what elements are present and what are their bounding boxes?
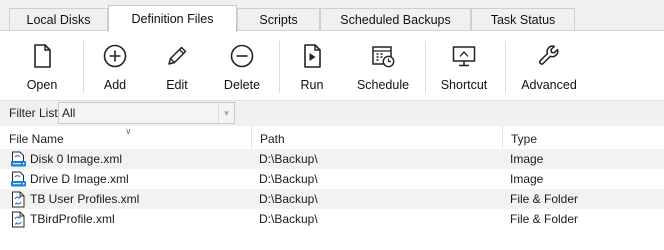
type-cell: Image <box>510 172 544 186</box>
filter-value: All <box>62 106 76 120</box>
table-row[interactable]: Disk 0 Image.xml D:\Backup\ Image <box>0 149 664 169</box>
add-label: Add <box>103 78 127 92</box>
type-cell: File & Folder <box>510 192 579 206</box>
advanced-button[interactable]: Advanced <box>518 31 580 101</box>
sort-caret-icon: ∨ <box>125 126 132 136</box>
file-name-cell: TB User Profiles.xml <box>30 192 140 206</box>
file-icon <box>34 44 51 68</box>
path-cell: D:\Backup\ <box>259 172 318 186</box>
path-cell: D:\Backup\ <box>259 192 318 206</box>
tab-scripts[interactable]: Scripts <box>237 8 320 31</box>
column-header-label: Path <box>260 132 285 146</box>
delete-label: Delete <box>223 78 261 92</box>
pencil-icon <box>168 46 187 65</box>
table-row[interactable]: Drive D Image.xml D:\Backup\ Image <box>0 169 664 189</box>
wrench-icon <box>539 45 559 65</box>
advanced-label: Advanced <box>521 78 577 92</box>
table-header: File Name ∨ Path Type <box>0 126 664 148</box>
file-name-cell: Drive D Image.xml <box>30 172 129 186</box>
tab-local-disks[interactable]: Local Disks <box>9 8 108 31</box>
tab-bar: Local Disks Definition Files Scripts Sch… <box>0 0 664 32</box>
plus-circle-icon <box>103 44 127 68</box>
definition-files-table: File Name ∨ Path Type Disk 0 Image.xml D… <box>0 126 664 250</box>
delete-button[interactable]: Delete <box>220 31 264 101</box>
tab-task-status[interactable]: Task Status <box>471 8 575 31</box>
disk-image-file-icon <box>11 171 26 187</box>
monitor-icon <box>452 46 476 67</box>
toolbar-separator <box>425 41 426 93</box>
file-folder-file-icon <box>12 191 25 208</box>
tab-label: Scheduled Backups <box>340 13 451 27</box>
disk-image-file-icon <box>11 151 26 167</box>
filter-bar: Filter List All ▼ <box>0 101 664 126</box>
toolbar-separator <box>505 41 506 93</box>
column-header-file-name[interactable]: File Name ∨ <box>0 126 251 148</box>
shortcut-label: Shortcut <box>440 78 488 92</box>
toolbar-separator <box>83 41 84 93</box>
toolbar: Open Add Edit Delete Run Schedule Shortc… <box>0 31 664 101</box>
schedule-button[interactable]: Schedule <box>355 31 411 101</box>
type-cell: Image <box>510 152 544 166</box>
file-name-cell: TBirdProfile.xml <box>30 212 115 226</box>
run-label: Run <box>300 78 324 92</box>
path-cell: D:\Backup\ <box>259 212 318 226</box>
chevron-down-icon[interactable]: ▼ <box>218 103 234 123</box>
tab-label: Task Status <box>490 13 556 27</box>
column-header-type[interactable]: Type <box>502 126 664 148</box>
filter-label: Filter List <box>9 106 58 120</box>
file-folder-file-icon <box>12 211 25 228</box>
tab-definition-files[interactable]: Definition Files <box>108 5 237 32</box>
tab-label: Definition Files <box>131 12 214 26</box>
add-button[interactable]: Add <box>95 31 135 101</box>
toolbar-separator <box>279 41 280 93</box>
table-row[interactable]: TB User Profiles.xml D:\Backup\ File & F… <box>0 189 664 209</box>
shortcut-button[interactable]: Shortcut <box>438 31 490 101</box>
minus-circle-icon <box>230 44 254 68</box>
tab-label: Scripts <box>259 13 298 27</box>
schedule-label: Schedule <box>356 78 410 92</box>
open-button[interactable]: Open <box>20 31 64 101</box>
column-header-label: Type <box>511 132 538 146</box>
run-button[interactable]: Run <box>292 31 332 101</box>
tab-scheduled-backups[interactable]: Scheduled Backups <box>320 8 471 31</box>
column-header-label: File Name <box>9 132 64 146</box>
column-header-path[interactable]: Path <box>251 126 502 148</box>
table-row[interactable]: TBirdProfile.xml D:\Backup\ File & Folde… <box>0 209 664 229</box>
edit-label: Edit <box>166 78 188 92</box>
calendar-clock-icon <box>372 46 395 68</box>
open-label: Open <box>26 78 58 92</box>
tab-label: Local Disks <box>26 13 91 27</box>
run-file-icon <box>304 44 321 68</box>
file-name-cell: Disk 0 Image.xml <box>30 152 123 166</box>
path-cell: D:\Backup\ <box>259 152 318 166</box>
type-cell: File & Folder <box>510 212 579 226</box>
filter-select[interactable]: All ▼ <box>58 102 235 124</box>
edit-button[interactable]: Edit <box>157 31 197 101</box>
